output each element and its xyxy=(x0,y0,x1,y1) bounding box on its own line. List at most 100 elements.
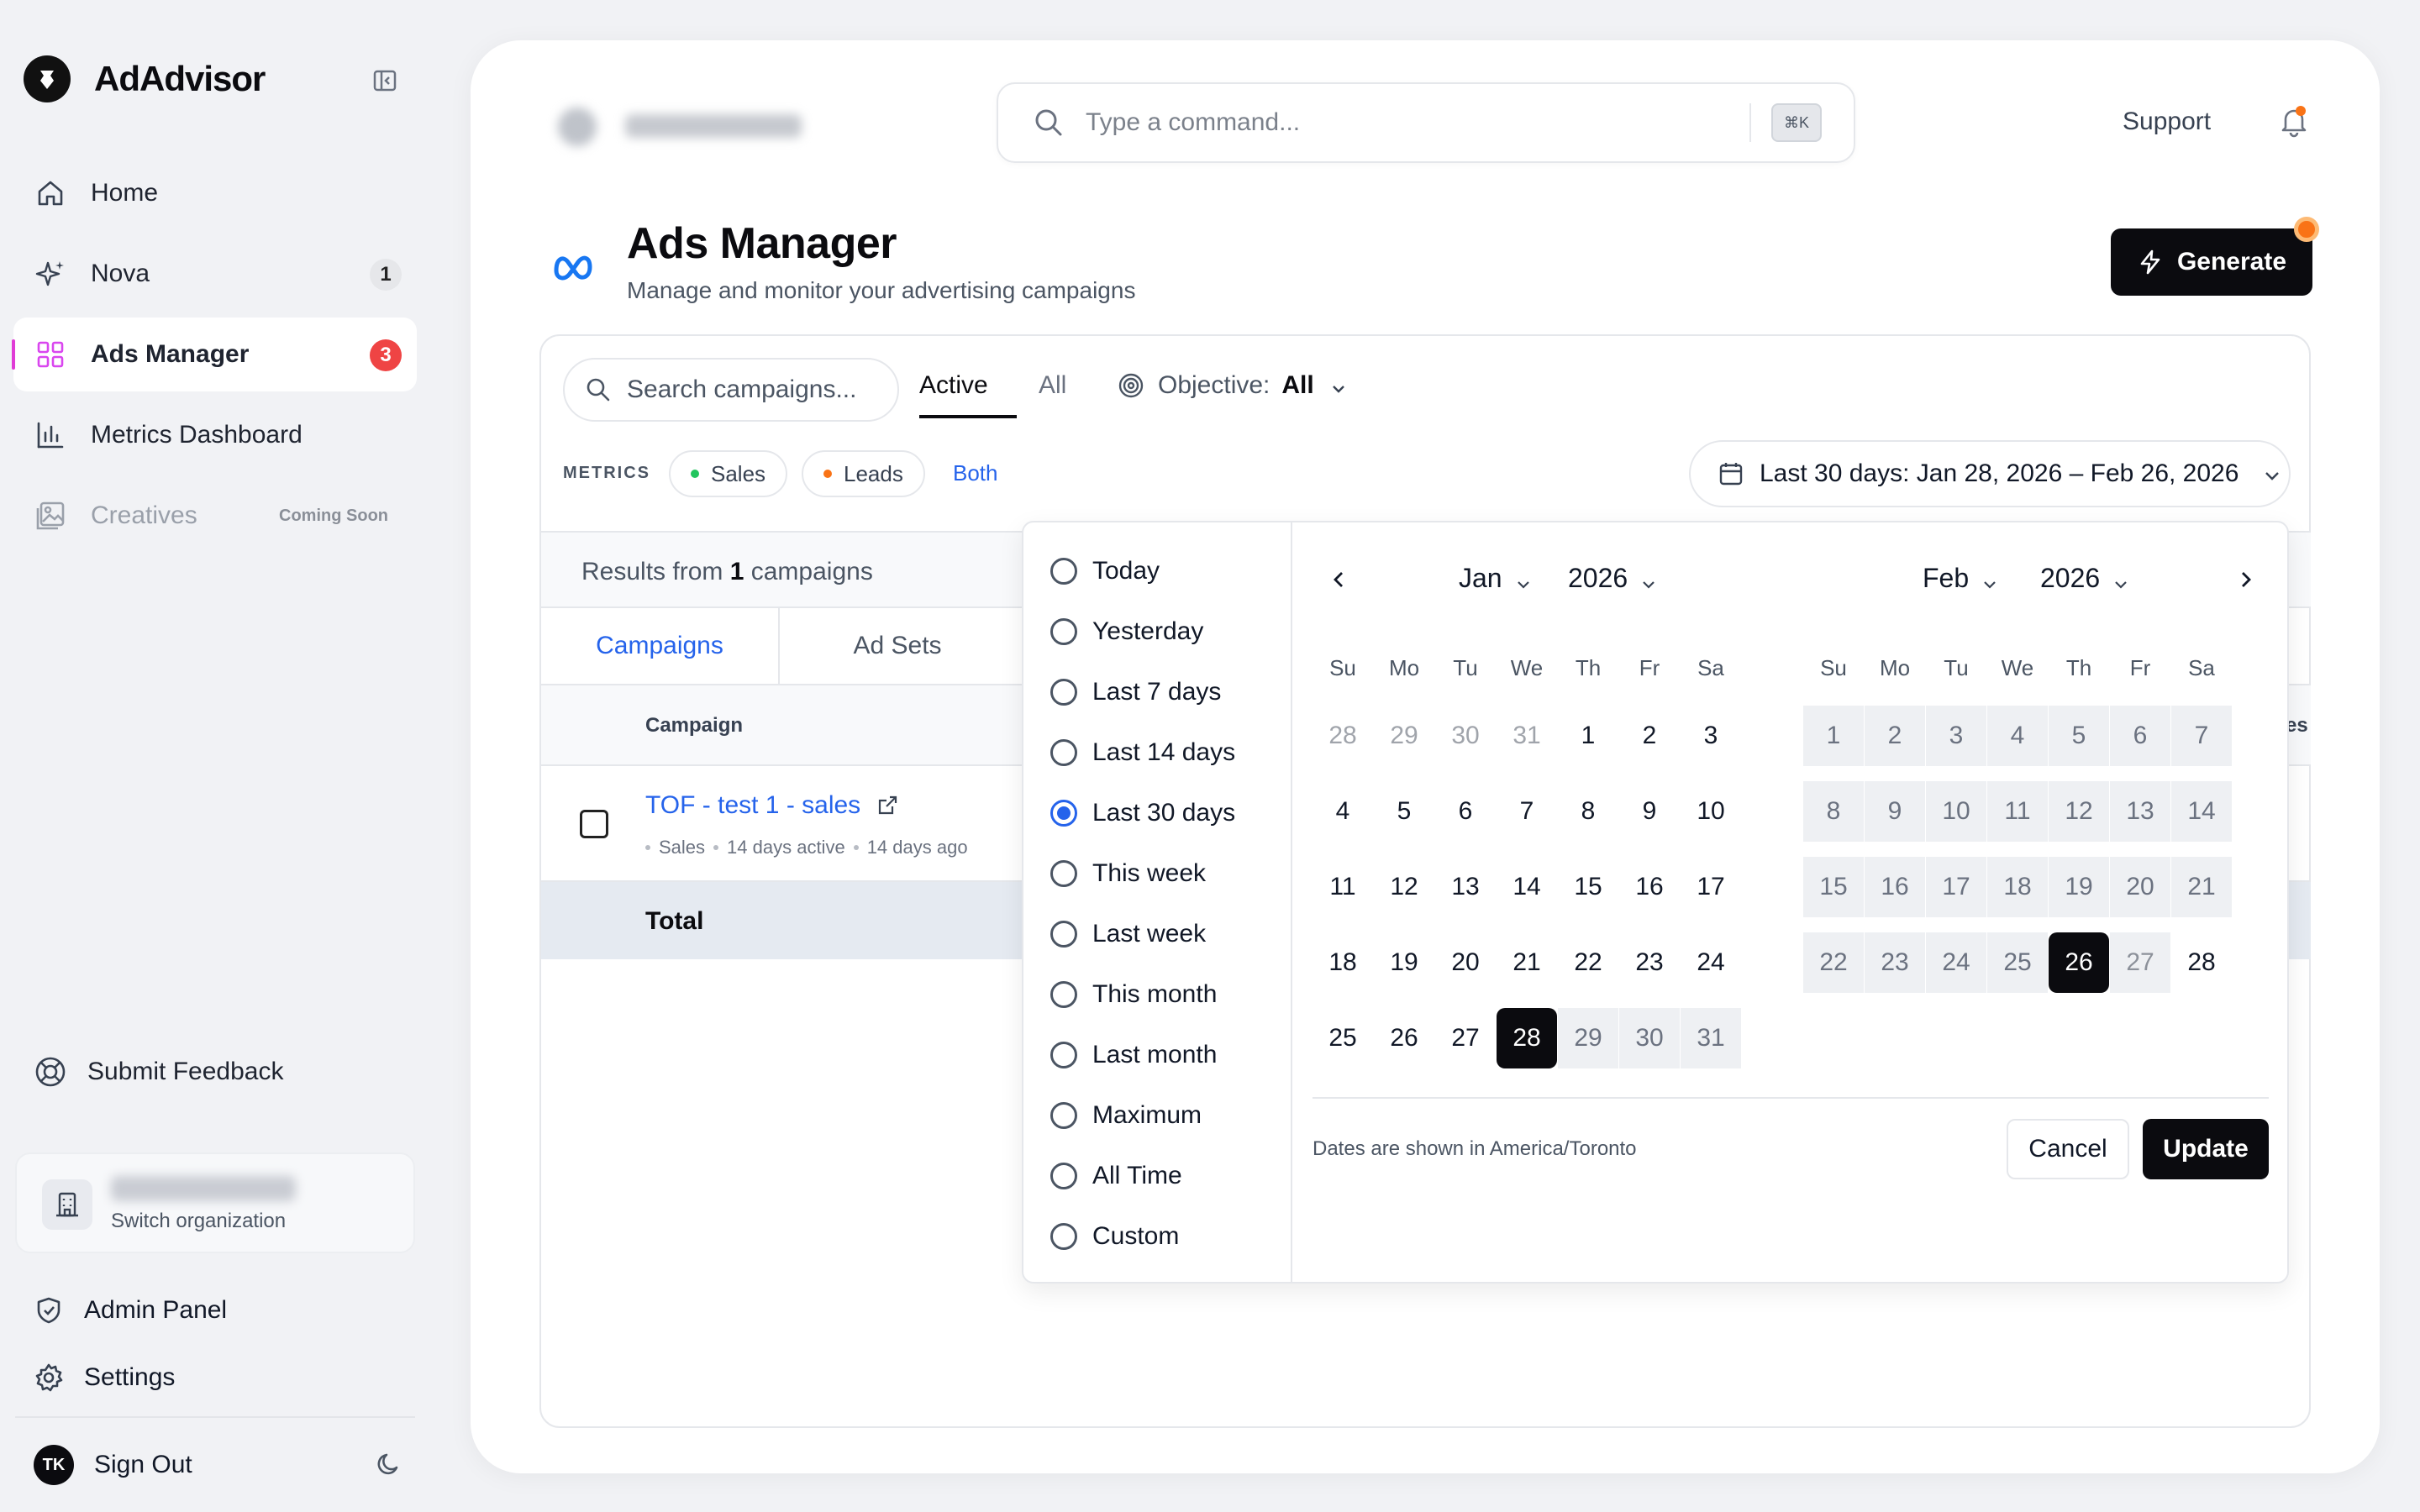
calendar-day[interactable]: 23 xyxy=(1619,932,1680,993)
calendar-day[interactable]: 19 xyxy=(2049,857,2109,917)
calendar-day[interactable]: 22 xyxy=(1803,932,1864,993)
row-checkbox[interactable] xyxy=(580,810,608,838)
calendar-day[interactable]: 8 xyxy=(1803,781,1864,842)
calendar-day[interactable]: 11 xyxy=(1313,857,1373,917)
preset-option[interactable]: Last 30 days xyxy=(1050,796,1235,830)
external-link-icon[interactable] xyxy=(876,794,899,817)
radio-button[interactable] xyxy=(1050,1163,1077,1189)
tab-all[interactable]: All xyxy=(1039,371,1066,400)
calendar-day[interactable]: 2 xyxy=(1619,706,1680,766)
campaign-name-link[interactable]: TOF - test 1 - sales xyxy=(645,791,899,820)
calendar-day[interactable]: 25 xyxy=(1987,932,2048,993)
calendar-day[interactable]: 20 xyxy=(1435,932,1496,993)
date-range-button[interactable]: Last 30 days: Jan 28, 2026 – Feb 26, 202… xyxy=(1689,440,2291,507)
metric-both-link[interactable]: Both xyxy=(953,460,998,486)
calendar-day[interactable]: 24 xyxy=(1926,932,1986,993)
preset-option[interactable]: All Time xyxy=(1050,1159,1182,1193)
calendar-day[interactable]: 13 xyxy=(1435,857,1496,917)
radio-button[interactable] xyxy=(1050,1223,1077,1250)
calendar-day[interactable]: 15 xyxy=(1803,857,1864,917)
radio-button[interactable] xyxy=(1050,618,1077,645)
calendar-day[interactable]: 28 xyxy=(1497,1008,1557,1068)
metric-chip-leads[interactable]: Leads xyxy=(802,450,925,497)
calendar-day[interactable]: 19 xyxy=(1374,932,1434,993)
sidebar-item-ads-manager[interactable]: Ads Manager 3 xyxy=(12,318,417,391)
calendar-day[interactable]: 15 xyxy=(1558,857,1618,917)
month-select[interactable]: Feb xyxy=(1923,563,1999,594)
calendar-day[interactable]: 14 xyxy=(2171,781,2232,842)
preset-option[interactable]: This month xyxy=(1050,978,1217,1011)
calendar-day[interactable]: 25 xyxy=(1313,1008,1373,1068)
tab-ad-sets[interactable]: Ad Sets xyxy=(780,608,1015,684)
calendar-day[interactable]: 12 xyxy=(1374,857,1434,917)
calendar-day[interactable]: 1 xyxy=(1558,706,1618,766)
calendar-day[interactable]: 14 xyxy=(1497,857,1557,917)
preset-option[interactable]: Maximum xyxy=(1050,1099,1202,1132)
calendar-day[interactable]: 29 xyxy=(1374,706,1434,766)
calendar-day[interactable]: 10 xyxy=(1926,781,1986,842)
sidebar-item-nova[interactable]: Nova 1 xyxy=(13,237,417,311)
calendar-day[interactable]: 24 xyxy=(1681,932,1741,993)
support-link[interactable]: Support xyxy=(2123,108,2211,136)
calendar-day[interactable]: 7 xyxy=(2171,706,2232,766)
settings-link[interactable]: Settings xyxy=(34,1362,175,1393)
calendar-day[interactable]: 2 xyxy=(1865,706,1925,766)
calendar-day[interactable]: 4 xyxy=(1987,706,2048,766)
radio-button[interactable] xyxy=(1050,1042,1077,1068)
calendar-day[interactable]: 18 xyxy=(1313,932,1373,993)
calendar-day[interactable]: 3 xyxy=(1681,706,1741,766)
calendar-day[interactable]: 29 xyxy=(1558,1008,1618,1068)
column-header-campaign[interactable]: Campaign xyxy=(645,714,743,738)
calendar-day[interactable]: 13 xyxy=(2110,781,2170,842)
calendar-day[interactable]: 31 xyxy=(1497,706,1557,766)
radio-button[interactable] xyxy=(1050,558,1077,585)
calendar-day[interactable]: 22 xyxy=(1558,932,1618,993)
calendar-day[interactable]: 21 xyxy=(1497,932,1557,993)
year-select[interactable]: 2026 xyxy=(2040,563,2130,594)
calendar-day[interactable]: 6 xyxy=(1435,781,1496,842)
calendar-day[interactable]: 4 xyxy=(1313,781,1373,842)
preset-option[interactable]: Last week xyxy=(1050,917,1206,951)
chevron-right-icon[interactable] xyxy=(2233,568,2257,591)
cancel-button[interactable]: Cancel xyxy=(2007,1119,2129,1179)
organization-switcher[interactable]: Switch organization xyxy=(15,1152,415,1253)
preset-option[interactable]: Last 14 days xyxy=(1050,736,1235,769)
calendar-day[interactable]: 17 xyxy=(1926,857,1986,917)
calendar-day[interactable]: 7 xyxy=(1497,781,1557,842)
command-palette-input[interactable]: Type a command... ⌘K xyxy=(997,82,1855,163)
calendar-day[interactable]: 30 xyxy=(1435,706,1496,766)
moon-icon[interactable] xyxy=(375,1450,403,1478)
metric-chip-sales[interactable]: Sales xyxy=(669,450,788,497)
calendar-day[interactable]: 30 xyxy=(1619,1008,1680,1068)
calendar-day[interactable]: 10 xyxy=(1681,781,1741,842)
sidebar-item-metrics-dashboard[interactable]: Metrics Dashboard xyxy=(13,398,417,472)
radio-button[interactable] xyxy=(1050,981,1077,1008)
radio-button[interactable] xyxy=(1050,739,1077,766)
calendar-day[interactable]: 28 xyxy=(2171,932,2232,993)
preset-option[interactable]: Last month xyxy=(1050,1038,1217,1072)
calendar-day[interactable]: 16 xyxy=(1619,857,1680,917)
calendar-day[interactable]: 18 xyxy=(1987,857,2048,917)
calendar-day[interactable]: 1 xyxy=(1803,706,1864,766)
brand[interactable]: AdAdvisor xyxy=(24,55,266,102)
calendar-day[interactable]: 9 xyxy=(1865,781,1925,842)
calendar-day[interactable]: 27 xyxy=(1435,1008,1496,1068)
radio-button[interactable] xyxy=(1050,679,1077,706)
admin-panel-link[interactable]: Admin Panel xyxy=(34,1295,227,1326)
calendar-day[interactable]: 6 xyxy=(2110,706,2170,766)
preset-option[interactable]: This week xyxy=(1050,857,1206,890)
calendar-day[interactable]: 11 xyxy=(1987,781,2048,842)
calendar-day[interactable]: 21 xyxy=(2171,857,2232,917)
calendar-day[interactable]: 20 xyxy=(2110,857,2170,917)
radio-button[interactable] xyxy=(1050,921,1077,948)
calendar-day[interactable]: 9 xyxy=(1619,781,1680,842)
year-select[interactable]: 2026 xyxy=(1568,563,1658,594)
calendar-day[interactable]: 28 xyxy=(1313,706,1373,766)
collapse-sidebar-icon[interactable] xyxy=(371,67,398,94)
month-select[interactable]: Jan xyxy=(1459,563,1533,594)
calendar-day[interactable]: 26 xyxy=(1374,1008,1434,1068)
objective-filter[interactable]: Objective: All xyxy=(1118,371,1348,400)
calendar-day[interactable]: 26 xyxy=(2049,932,2109,993)
calendar-day[interactable]: 5 xyxy=(2049,706,2109,766)
preset-option[interactable]: Yesterday xyxy=(1050,615,1203,648)
